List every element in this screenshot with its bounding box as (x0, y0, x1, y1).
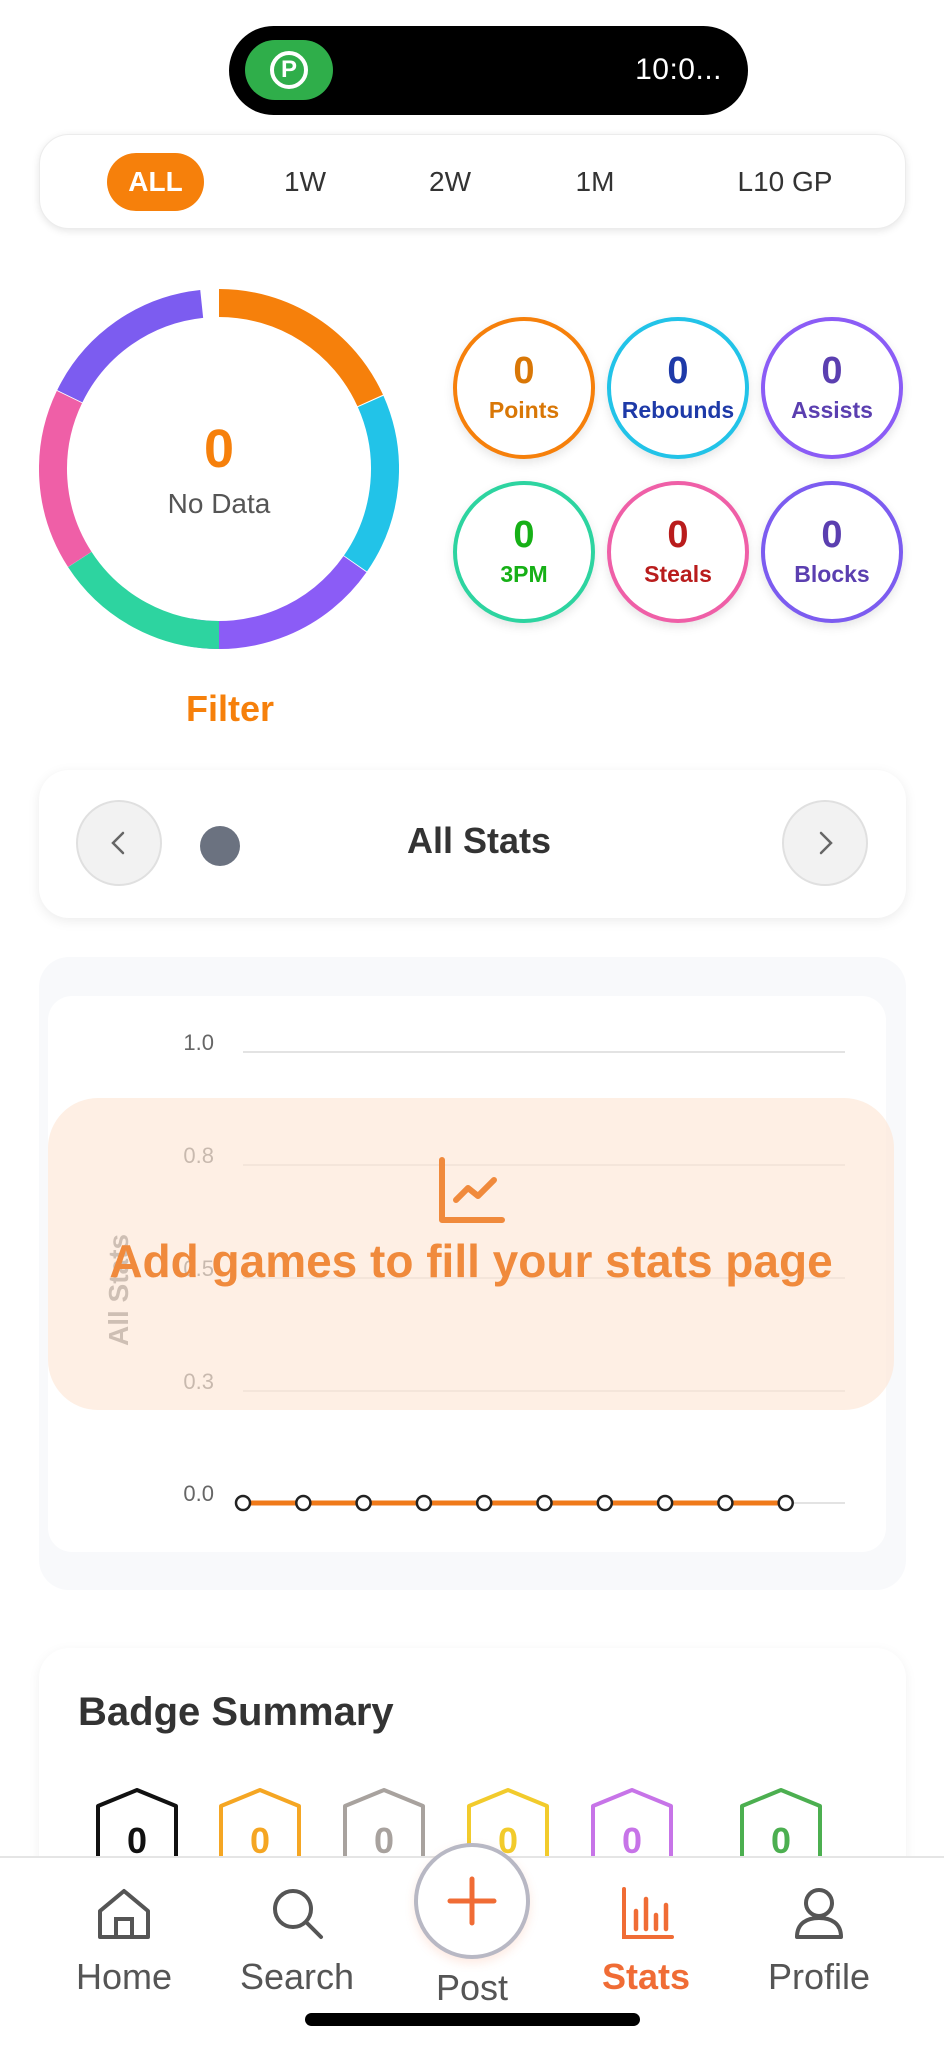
tab-search[interactable]: Search (222, 1885, 372, 1998)
tab-profile-label: Profile (767, 1956, 871, 1997)
tab-stats-label: Stats (601, 1956, 691, 1997)
tab-search-label: Search (239, 1956, 355, 1997)
profile-icon (795, 1888, 843, 1939)
y-tick-label: 0.0 (183, 1481, 214, 1506)
plus-icon (447, 1876, 497, 1926)
tab-profile[interactable]: Profile (744, 1885, 894, 1998)
data-point[interactable] (717, 1494, 734, 1512)
data-point[interactable] (295, 1494, 312, 1512)
data-point[interactable] (656, 1494, 674, 1512)
post-button[interactable] (414, 1843, 530, 1959)
tab-post-label: Post (435, 1967, 509, 2008)
empty-state-message: Add games to fill your stats page (109, 1235, 833, 1287)
badge-summary-title: Badge Summary (78, 1690, 394, 1734)
home-indicator (305, 2013, 640, 2026)
data-point[interactable] (234, 1494, 252, 1512)
tab-home-label: Home (75, 1956, 173, 1997)
data-point[interactable] (355, 1494, 372, 1512)
bar-chart-icon (622, 1887, 674, 1939)
tab-stats[interactable]: Stats (571, 1885, 721, 1998)
y-tick-label: 1.0 (183, 1030, 214, 1055)
data-point[interactable] (596, 1494, 614, 1512)
data-point[interactable] (777, 1494, 794, 1512)
search-icon (273, 1889, 323, 1939)
data-point[interactable] (475, 1494, 493, 1512)
home-icon (98, 1889, 150, 1939)
line-chart-icon (439, 1157, 505, 1223)
tab-home[interactable]: Home (49, 1885, 199, 1998)
data-point[interactable] (415, 1494, 433, 1512)
data-point[interactable] (536, 1494, 553, 1512)
